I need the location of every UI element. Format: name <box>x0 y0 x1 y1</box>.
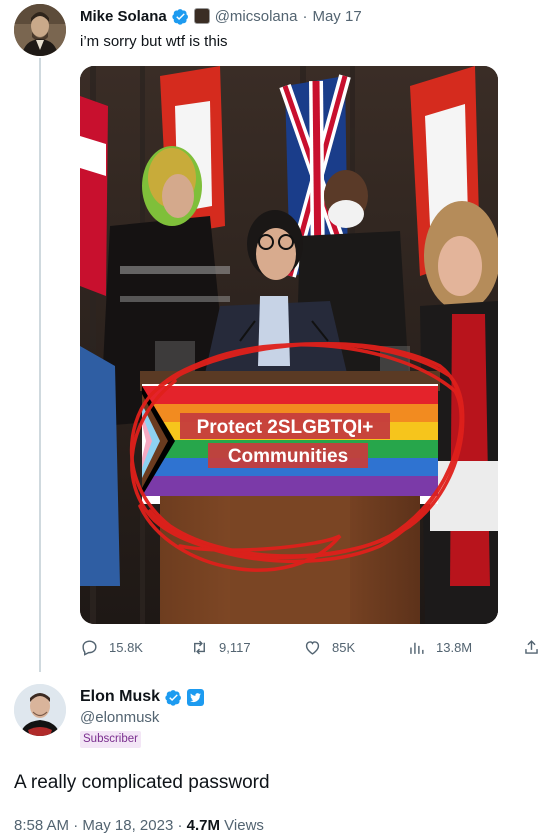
tweet-views-count: 4.7M <box>186 817 220 834</box>
main-handle[interactable]: @elonmusk <box>80 709 159 726</box>
podium-banner-line2: Communities <box>228 446 348 467</box>
retweet-button[interactable]: 9,117 <box>190 638 251 657</box>
reply-count: 15.8K <box>109 640 143 655</box>
share-button[interactable] <box>522 638 541 657</box>
like-count: 85K <box>332 640 356 655</box>
thread-connector-line <box>39 58 41 672</box>
tweet-media-image[interactable]: Protect 2SLGBTQI+ Communities <box>80 66 498 624</box>
separator-dot: · <box>302 7 308 25</box>
separator-dot: · <box>73 817 79 834</box>
like-icon <box>305 641 320 655</box>
podium-banner-line1: Protect 2SLGBTQI+ <box>197 417 374 438</box>
main-author-name[interactable]: Elon Musk <box>80 688 160 706</box>
share-icon <box>525 640 538 654</box>
verified-badge-icon <box>172 8 189 25</box>
avatar[interactable] <box>14 684 66 736</box>
avatar[interactable] <box>14 4 66 56</box>
retweet-count: 9,117 <box>219 640 251 655</box>
subscriber-badge[interactable]: Subscriber <box>80 731 141 748</box>
tweet-views-label[interactable]: Views <box>224 817 264 834</box>
tweet-time[interactable]: 8:58 AM <box>14 817 69 834</box>
tweet-meta: 8:58 AM · May 18, 2023 · 4.7M Views <box>14 817 264 834</box>
quoted-handle[interactable]: @micsolana <box>215 8 298 25</box>
reply-icon <box>82 640 97 656</box>
quoted-date[interactable]: May 17 <box>312 8 361 25</box>
twitter-bird-icon[interactable] <box>187 688 205 706</box>
views-button[interactable]: 13.8M <box>407 638 472 657</box>
views-icon <box>410 642 424 654</box>
verified-badge-icon <box>165 689 182 706</box>
reply-button[interactable]: 15.8K <box>80 638 143 657</box>
retweet-icon <box>194 640 205 655</box>
separator-dot: · <box>177 817 183 834</box>
tweet-date[interactable]: May 18, 2023 <box>82 817 173 834</box>
like-button[interactable]: 85K <box>303 638 355 657</box>
tweet-actions-bar: 15.8K 9,117 85K 13.8M <box>80 638 540 662</box>
quoted-author-name[interactable]: Mike Solana <box>80 8 167 25</box>
views-count: 13.8M <box>436 640 473 655</box>
affiliate-avatar-icon[interactable] <box>193 8 210 24</box>
main-tweet-text: A really complicated password <box>14 772 270 793</box>
quoted-tweet-text: i’m sorry but wtf is this <box>80 33 228 50</box>
